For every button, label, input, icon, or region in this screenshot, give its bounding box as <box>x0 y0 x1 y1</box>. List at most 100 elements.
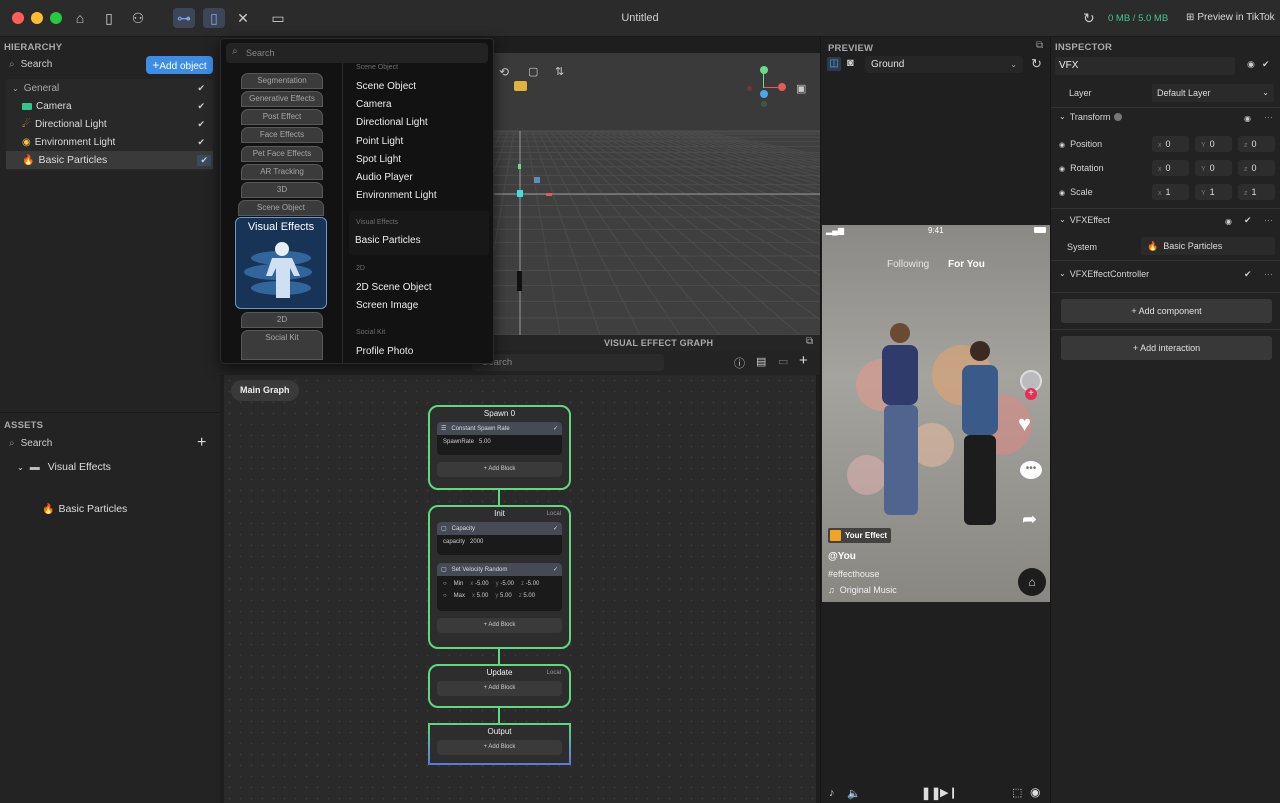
follow-plus-icon[interactable]: + <box>1025 388 1037 400</box>
system-asset-field[interactable]: 🔥 Basic Particles <box>1141 237 1275 255</box>
category-2d[interactable]: 2D <box>241 312 323 328</box>
more-options-icon[interactable]: ··· <box>1264 112 1273 122</box>
gizmo-x-axis[interactable] <box>778 83 786 91</box>
add-object-button[interactable]: +Add object <box>146 56 213 74</box>
min-z[interactable]: -5.00 <box>526 581 540 587</box>
tablet-icon[interactable]: ▭ <box>267 8 289 28</box>
comment-icon[interactable]: ••• <box>1020 461 1042 479</box>
phone-icon[interactable]: ▯ <box>203 8 225 28</box>
record-icon[interactable]: ◉ <box>1030 785 1040 799</box>
radio-icon[interactable]: ◉ <box>1244 114 1251 123</box>
category-scene-object[interactable]: Scene Object <box>238 200 324 216</box>
help-icon[interactable] <box>1114 113 1123 121</box>
radio-icon[interactable]: ◉ <box>1247 59 1255 70</box>
frame-icon[interactable]: ▢ <box>528 65 538 78</box>
hashtag[interactable]: #effecthouse <box>828 569 879 579</box>
asset-basic-particles[interactable]: 🔥 Basic Particles <box>42 500 212 518</box>
tree-item-general[interactable]: ⌄ General ✔ <box>6 79 213 97</box>
minimize-window-button[interactable] <box>31 12 43 24</box>
add-block-button[interactable]: + Add Block <box>437 740 562 755</box>
vfx-graph-canvas[interactable]: Main Graph Spawn 0 ☰ Constant Spawn Rate ✓… <box>224 375 816 803</box>
category-post-effect[interactable]: Post Effect <box>241 109 323 125</box>
orbit-icon[interactable]: ⟲ <box>499 65 509 79</box>
camera-view-icon[interactable]: ▣ <box>796 82 806 95</box>
max-y[interactable]: 5.00 <box>500 593 512 599</box>
visibility-check-icon[interactable]: ✔ <box>197 83 205 94</box>
position-y-input[interactable]: Y0 <box>1195 136 1232 152</box>
maximize-window-button[interactable] <box>50 12 62 24</box>
add-node-plus-icon[interactable]: + <box>799 352 808 369</box>
category-ar-tracking[interactable]: AR Tracking <box>241 164 323 180</box>
spawn-rate-value[interactable]: 5.00 <box>479 439 491 445</box>
visibility-check-icon[interactable]: ✔ <box>197 154 211 166</box>
enabled-check-icon[interactable]: ✔ <box>1244 215 1252 226</box>
menu-item-scene-object[interactable]: Scene Object <box>356 81 416 92</box>
tiktok-icon[interactable]: ♪ <box>829 787 835 799</box>
space-toggle[interactable]: Local <box>547 670 561 676</box>
add-component-button[interactable]: + Add component <box>1061 299 1272 323</box>
gizmo-z-axis[interactable] <box>760 90 768 98</box>
check-icon[interactable]: ✓ <box>553 425 558 432</box>
tree-item-camera[interactable]: Camera ✔ <box>6 97 213 115</box>
rotation-x-input[interactable]: x0 <box>1152 160 1189 176</box>
menu-item-spot-light[interactable]: Spot Light <box>356 154 401 165</box>
gizmo-y-axis[interactable] <box>760 66 768 74</box>
update-node[interactable]: Update Local + Add Block <box>428 664 571 708</box>
more-options-icon[interactable]: ··· <box>1264 215 1273 225</box>
your-effect-badge[interactable]: Your Effect <box>828 528 892 543</box>
popout-icon[interactable]: ⧉ <box>1036 40 1043 51</box>
layer-select[interactable]: Default Layer ⌄ <box>1152 84 1274 102</box>
like-heart-icon[interactable]: ♥ <box>1018 411 1031 437</box>
category-face-effects[interactable]: Face Effects <box>241 127 323 143</box>
scale-y-input[interactable]: Y1 <box>1195 184 1232 200</box>
username[interactable]: @You <box>828 551 856 562</box>
rotation-z-input[interactable]: z0 <box>1238 160 1275 176</box>
menu-search-input[interactable]: ⌕ Search <box>226 43 488 63</box>
set-velocity-random-block[interactable]: ▢ Set Velocity Random ✓ ○ Min x -5.00 y -5.… <box>437 563 562 611</box>
position-x-input[interactable]: x0 <box>1152 136 1189 152</box>
music-label[interactable]: ♫ Original Music <box>828 585 897 595</box>
menu-item-screen-image[interactable]: Screen Image <box>356 300 418 311</box>
menu-item-environment-light[interactable]: Environment Light <box>356 190 437 201</box>
output-node[interactable]: Output + Add Block <box>428 723 571 765</box>
hierarchy-search[interactable]: ⌕ Search <box>9 59 52 70</box>
scene-viewport[interactable]: ⟲ ▢ ⇅ ▣ <box>494 53 820 335</box>
music-disc-icon[interactable]: ⌂ <box>1018 568 1046 596</box>
constant-spawn-rate-block[interactable]: ☰ Constant Spawn Rate ✓ SpawnRate 5.00 <box>437 422 562 455</box>
category-segmentation[interactable]: Segmentation <box>241 73 323 89</box>
home-icon[interactable]: ⌂ <box>69 8 91 28</box>
capacity-block[interactable]: ▢ Capacity ✓ capacity 2000 <box>437 522 562 555</box>
refresh-icon[interactable]: ↻ <box>1083 10 1095 27</box>
min-y[interactable]: -5.00 <box>500 581 514 587</box>
transform-icon[interactable]: ⇅ <box>555 65 564 78</box>
preview-in-tiktok-button[interactable]: ⊞ Preview in TikTok <box>1186 12 1275 23</box>
asset-folder-visual-effects[interactable]: ⌄ ▬ Visual Effects <box>17 458 213 476</box>
tab-following[interactable]: Following <box>887 259 929 270</box>
max-x[interactable]: 5.00 <box>477 593 489 599</box>
share-arrow-icon[interactable]: ➦ <box>1022 509 1037 530</box>
assets-search[interactable]: ⌕ Search <box>9 438 52 449</box>
menu-item-directional-light[interactable]: Directional Light <box>356 117 428 128</box>
visibility-check-icon[interactable]: ✔ <box>197 137 205 148</box>
enabled-check-icon[interactable]: ✔ <box>1262 59 1270 70</box>
radio-icon[interactable]: ◉ <box>1225 217 1232 226</box>
spawn-node[interactable]: Spawn 0 ☰ Constant Spawn Rate ✓ SpawnRate … <box>428 405 571 490</box>
tab-for-you[interactable]: For You <box>948 259 985 270</box>
menu-item-audio-player[interactable]: Audio Player <box>356 172 413 183</box>
category-3d[interactable]: 3D <box>241 182 323 198</box>
capacity-value[interactable]: 2000 <box>470 539 483 545</box>
tree-item-environment-light[interactable]: ◉ Environment Light ✔ <box>6 133 213 151</box>
volume-icon[interactable]: 🔈 <box>847 787 861 800</box>
add-block-button[interactable]: + Add Block <box>437 618 562 633</box>
visibility-check-icon[interactable]: ✔ <box>197 119 205 130</box>
environment-select[interactable]: Ground ⌄ <box>865 56 1023 73</box>
category-pet-face-effects[interactable]: Pet Face Effects <box>241 146 323 162</box>
add-block-button[interactable]: + Add Block <box>437 462 562 477</box>
selected-object-handle[interactable] <box>517 190 523 197</box>
check-icon[interactable]: ✓ <box>553 525 558 532</box>
window-icon[interactable]: ▭ <box>778 355 788 368</box>
info-icon[interactable]: ⓘ <box>734 355 745 371</box>
tree-item-directional-light[interactable]: ☄ Directional Light ✔ <box>6 115 213 133</box>
init-node[interactable]: Init Local ▢ Capacity ✓ capacity 2000 ▢ Set… <box>428 505 571 649</box>
menu-item-camera[interactable]: Camera <box>356 99 392 110</box>
